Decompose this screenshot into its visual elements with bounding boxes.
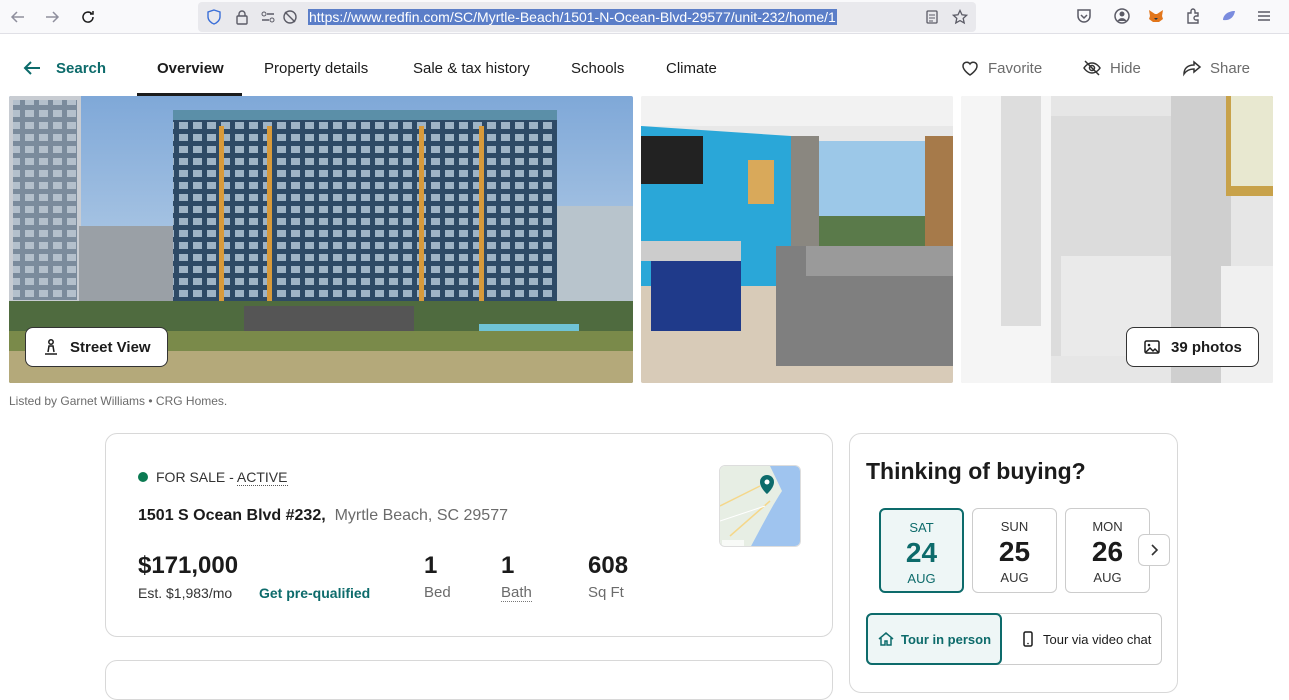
phone-icon [1023, 631, 1033, 647]
tab-sale-tax-history[interactable]: Sale & tax history [413, 60, 530, 77]
tab-climate[interactable]: Climate [666, 60, 717, 77]
image-icon [1144, 340, 1160, 354]
next-days-button[interactable] [1138, 534, 1170, 566]
day-month: AUG [1093, 570, 1122, 585]
sqft-value: 608 [588, 552, 629, 579]
heart-icon [962, 61, 978, 76]
sqft-label: Sq Ft [588, 584, 624, 601]
listing-summary-card: FOR SALE - ACTIVE 1501 S Ocean Blvd #232… [105, 433, 833, 637]
listing-price: $171,000 [138, 552, 239, 579]
status-active[interactable]: ACTIVE [236, 469, 288, 486]
view-all-photos-button[interactable]: 39 photos [1126, 327, 1259, 367]
day-number: 26 [1091, 536, 1124, 567]
tour-day-sun[interactable]: SUN 25 AUG [972, 508, 1057, 593]
favorite-button[interactable]: Favorite [960, 58, 1042, 78]
pocket-icon[interactable] [1075, 7, 1093, 25]
beds-label: Bed [424, 584, 451, 601]
reload-icon[interactable] [76, 5, 100, 29]
back-arrow-icon [23, 61, 40, 75]
tab-property-details[interactable]: Property details [264, 60, 368, 77]
street-view-label: Street View [70, 338, 151, 356]
photos-count-label: 39 photos [1171, 338, 1242, 356]
listing-status: FOR SALE - ACTIVE [138, 469, 288, 486]
day-month: AUG [907, 571, 936, 586]
house-icon [878, 632, 894, 646]
day-of-week: SAT [909, 520, 934, 535]
tour-video-chat-option[interactable]: Tour via video chat [1019, 614, 1151, 664]
baths-stat[interactable]: 1 Bath [501, 552, 532, 602]
eye-slash-icon [1083, 60, 1101, 76]
forward-arrow-icon[interactable] [40, 5, 64, 29]
listed-by-text: Listed by Garnet Williams • CRG Homes. [9, 394, 228, 408]
address: 1501 S Ocean Blvd #232, Myrtle Beach, SC… [138, 507, 508, 525]
reader-view-icon[interactable] [924, 9, 940, 25]
hide-button[interactable]: Hide [1082, 58, 1141, 78]
next-section-card [105, 660, 833, 700]
menu-hamburger-icon[interactable] [1255, 7, 1273, 25]
tracking-off-icon[interactable] [282, 9, 298, 25]
baths-value: 1 [501, 552, 515, 579]
back-to-search-link[interactable]: Search [22, 58, 106, 78]
back-arrow-icon[interactable] [6, 5, 30, 29]
browser-toolbar: https://www.redfin.com/SC/Myrtle-Beach/1… [0, 0, 1289, 34]
sqft-stat: 608 Sq Ft [588, 552, 628, 601]
shield-icon[interactable] [206, 9, 222, 25]
favorite-label: Favorite [988, 59, 1043, 77]
photo-living-room[interactable] [641, 96, 953, 383]
street-view-person-icon [45, 339, 57, 355]
street-view-button[interactable]: Street View [25, 327, 168, 367]
permissions-icon[interactable] [260, 9, 276, 25]
tour-day-sat[interactable]: SAT 24 AUG [879, 508, 964, 593]
url-bar[interactable]: https://www.redfin.com/SC/Myrtle-Beach/1… [198, 2, 976, 32]
day-number: 25 [998, 536, 1031, 567]
url-text[interactable]: https://www.redfin.com/SC/Myrtle-Beach/1… [308, 9, 914, 26]
property-nav: Search Overview Property details Sale & … [0, 34, 1289, 96]
status-prefix: FOR SALE - [156, 469, 237, 485]
mini-map[interactable] [719, 465, 801, 547]
metamask-fox-icon[interactable] [1147, 7, 1165, 25]
baths-label[interactable]: Bath [501, 584, 532, 602]
photo-bathroom[interactable]: 39 photos [961, 96, 1273, 383]
back-search-label: Search [56, 59, 107, 77]
tour-type-toggle: Tour in person Tour via video chat [866, 613, 1162, 665]
chevron-right-icon [1151, 544, 1159, 556]
day-month: AUG [1000, 570, 1029, 585]
hide-label: Hide [1110, 59, 1141, 77]
day-number: 24 [905, 537, 938, 568]
tour-in-person-option[interactable]: Tour in person [866, 613, 1002, 665]
beds-stat: 1 Bed [424, 552, 451, 601]
day-of-week: SUN [1000, 519, 1029, 534]
tour-title: Thinking of buying? [866, 458, 1086, 484]
tour-scheduler-card: Thinking of buying? SAT 24 AUG SUN 25 AU… [849, 433, 1178, 693]
tour-in-person-label: Tour in person [900, 631, 992, 647]
city-state-zip: Myrtle Beach, SC 29577 [334, 507, 508, 524]
bookmark-star-icon[interactable] [952, 9, 968, 25]
share-button[interactable]: Share [1182, 58, 1250, 78]
account-icon[interactable] [1113, 7, 1131, 25]
extensions-puzzle-icon[interactable] [1184, 7, 1202, 25]
beds-value: 1 [424, 552, 438, 579]
tour-video-chat-label: Tour via video chat [1043, 631, 1152, 647]
street-address: 1501 S Ocean Blvd #232, [138, 507, 326, 524]
day-of-week: MON [1092, 519, 1123, 534]
tab-schools[interactable]: Schools [571, 60, 624, 77]
status-dot [138, 472, 148, 482]
estimated-payment[interactable]: Est. $1,983/mo [138, 585, 232, 601]
extension-cloud-icon[interactable] [1220, 7, 1238, 25]
tab-overview[interactable]: Overview [157, 60, 224, 77]
share-label: Share [1210, 59, 1251, 77]
share-arrow-icon [1183, 60, 1202, 77]
lock-icon[interactable] [234, 9, 250, 25]
get-prequalified-link[interactable]: Get pre-qualified [259, 585, 370, 601]
main-photo-building[interactable]: Street View [9, 96, 633, 383]
